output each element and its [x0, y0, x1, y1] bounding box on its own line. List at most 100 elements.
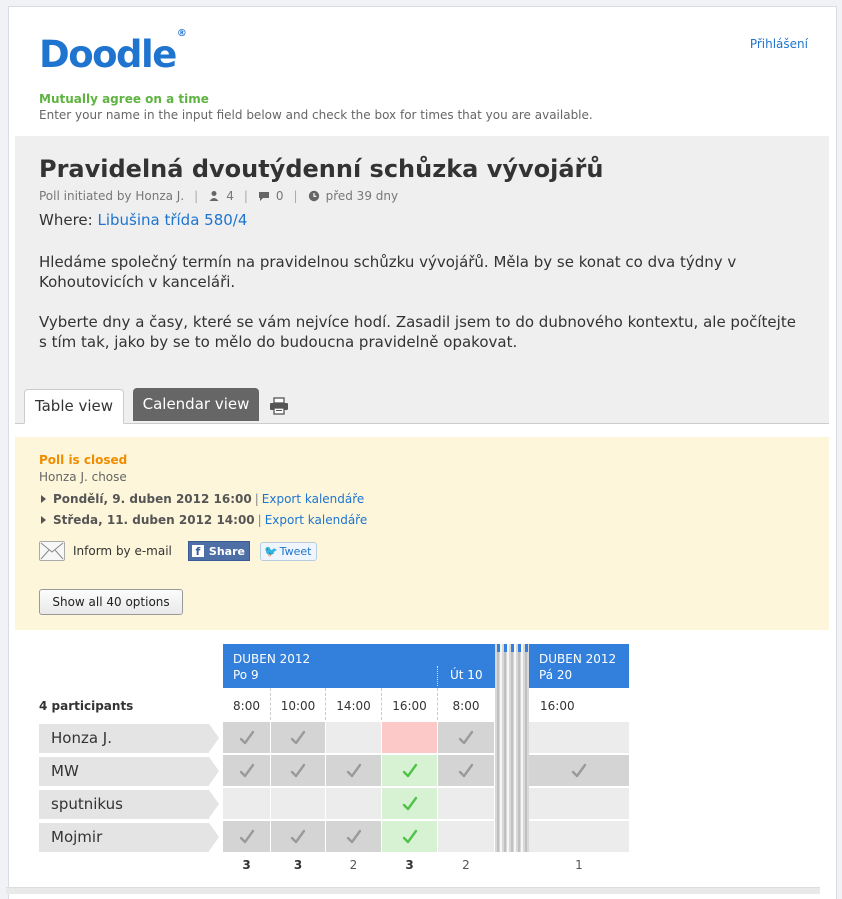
- location-link[interactable]: Libušina třída 580/4: [97, 211, 247, 229]
- export-calendar-link[interactable]: Export kalendáře: [262, 492, 365, 506]
- time-slot: 14:00: [326, 688, 382, 720]
- participant-name: Honza J.: [39, 724, 219, 753]
- tab-table-view[interactable]: Table view: [24, 389, 124, 424]
- time-slot: 8:00: [438, 688, 494, 720]
- date-header-april-2012: DUBEN 2012 Po 9 Út 10: [223, 644, 495, 688]
- checkmark-icon: [239, 730, 254, 744]
- poll-info-panel: Pravidelná dvoutýdenní schůzka vývojářů …: [15, 136, 829, 424]
- footer-bar: [6, 887, 820, 894]
- column-sum: 2: [462, 858, 470, 872]
- poll-closed-title: Poll is closed: [39, 453, 128, 467]
- vote-cell: [529, 821, 629, 852]
- description-paragraph: Hledáme společný termín na pravidelnou s…: [39, 253, 737, 291]
- checkmark-icon: [346, 829, 361, 843]
- meta-separator: |: [293, 189, 298, 203]
- checkmark-icon: [458, 763, 474, 777]
- vote-cell: [529, 755, 629, 786]
- logo-text: Doodle: [39, 33, 177, 76]
- vote-cell: [223, 755, 270, 786]
- tweet-label: Tweet: [279, 544, 312, 558]
- column-sum: 3: [293, 858, 303, 872]
- vote-cell: [326, 821, 381, 852]
- vote-cell: [326, 722, 381, 753]
- chosen-option-date: Pondělí, 9. duben 2012 16:00: [53, 492, 252, 506]
- meta-separator: |: [243, 189, 248, 203]
- poll-age: před 39 dny: [325, 189, 399, 203]
- option-separator: |: [254, 492, 259, 506]
- month-label: DUBEN 2012: [539, 652, 617, 666]
- where-label: Where:: [39, 211, 93, 229]
- checkmark-icon: [458, 730, 474, 744]
- vote-cell: [326, 788, 381, 819]
- chosen-by: Honza J. chose: [39, 470, 127, 484]
- instructions: Enter your name in the input field below…: [39, 108, 593, 122]
- column-sum: 2: [349, 858, 358, 872]
- triangle-right-icon: [41, 516, 46, 524]
- time-slot: 10:00: [271, 688, 326, 720]
- tab-calendar-view[interactable]: Calendar view: [133, 388, 259, 421]
- show-all-options-button[interactable]: Show all 40 options: [39, 589, 183, 615]
- time-slot: 16:00: [382, 688, 438, 720]
- chosen-option: Středa, 11. duben 2012 14:00 | Export kale…: [41, 513, 367, 527]
- vote-cell: [438, 755, 494, 786]
- facebook-share-button[interactable]: f Share: [187, 541, 250, 561]
- vote-cell: [271, 788, 325, 819]
- poll-initiator: Poll initiated by Honza J.: [39, 189, 185, 203]
- column-sum: 1: [575, 858, 583, 872]
- time-slot: 16:00: [529, 688, 595, 720]
- checkmark-icon: [239, 829, 254, 843]
- tweet-button[interactable]: 🐦 Tweet: [259, 541, 318, 561]
- day-divider: [437, 666, 438, 686]
- twitter-bird-icon: 🐦: [263, 544, 278, 558]
- vote-cell: [223, 722, 270, 753]
- option-separator: |: [257, 513, 262, 527]
- vote-cell: [382, 821, 437, 852]
- vote-cell: [529, 722, 629, 753]
- vote-cell: [438, 821, 494, 852]
- email-icon[interactable]: [39, 541, 65, 561]
- printer-icon[interactable]: [269, 397, 289, 415]
- chosen-option: Pondělí, 9. duben 2012 16:00 | Export kale…: [41, 492, 364, 506]
- day-label: Pá 20: [539, 668, 573, 682]
- checkmark-icon: [571, 763, 587, 777]
- meta-separator: |: [194, 189, 199, 203]
- vote-cell: [271, 821, 325, 852]
- checkmark-icon: [346, 763, 361, 777]
- checkmark-icon: [290, 829, 306, 843]
- doodle-logo[interactable]: Doodle®: [39, 28, 187, 76]
- participant-name: sputnikus: [39, 790, 219, 819]
- person-icon: [209, 191, 219, 201]
- description-paragraph: Vyberte dny a časy, které se vám nejvíce…: [39, 313, 796, 351]
- month-label: DUBEN 2012: [233, 652, 311, 666]
- vote-cell: [438, 722, 494, 753]
- inform-by-email-label[interactable]: Inform by e-mail: [73, 544, 172, 558]
- participants-count: 4: [226, 189, 234, 203]
- checkmark-icon: [402, 763, 417, 777]
- share-bar: Inform by e-mail f Share 🐦 Tweet: [39, 540, 318, 562]
- export-calendar-link[interactable]: Export kalendáře: [265, 513, 368, 527]
- vote-cell: [382, 788, 437, 819]
- clock-icon: [308, 190, 319, 202]
- poll-location: Where: Libušina třída 580/4: [39, 211, 247, 229]
- comments-count: 0: [275, 189, 284, 203]
- time-slot: 8:00: [223, 688, 271, 720]
- triangle-right-icon: [41, 495, 46, 503]
- poll-closed-panel: Poll is closed Honza J. chose Pondělí, 9…: [15, 437, 829, 630]
- participant-name: Mojmir: [39, 823, 219, 852]
- column-sum: 3: [405, 858, 414, 872]
- vote-cell: [223, 788, 270, 819]
- facebook-icon: f: [191, 545, 204, 558]
- vote-cell: [271, 722, 325, 753]
- vote-cell: [382, 755, 437, 786]
- poll-description: Hledáme společný termín na pravidelnou s…: [39, 252, 799, 372]
- participant-name: MW: [39, 757, 219, 786]
- logo-registered-mark: ®: [176, 27, 187, 39]
- date-header-april-2012-b: DUBEN 2012 Pá 20: [529, 644, 629, 688]
- vote-cell: [223, 821, 270, 852]
- login-link[interactable]: Přihlášení: [750, 37, 808, 51]
- vote-cell: [271, 755, 325, 786]
- checkmark-icon: [239, 763, 254, 777]
- collapsed-columns-separator: [495, 644, 529, 852]
- vote-cell: [438, 788, 494, 819]
- checkmark-icon: [402, 829, 417, 843]
